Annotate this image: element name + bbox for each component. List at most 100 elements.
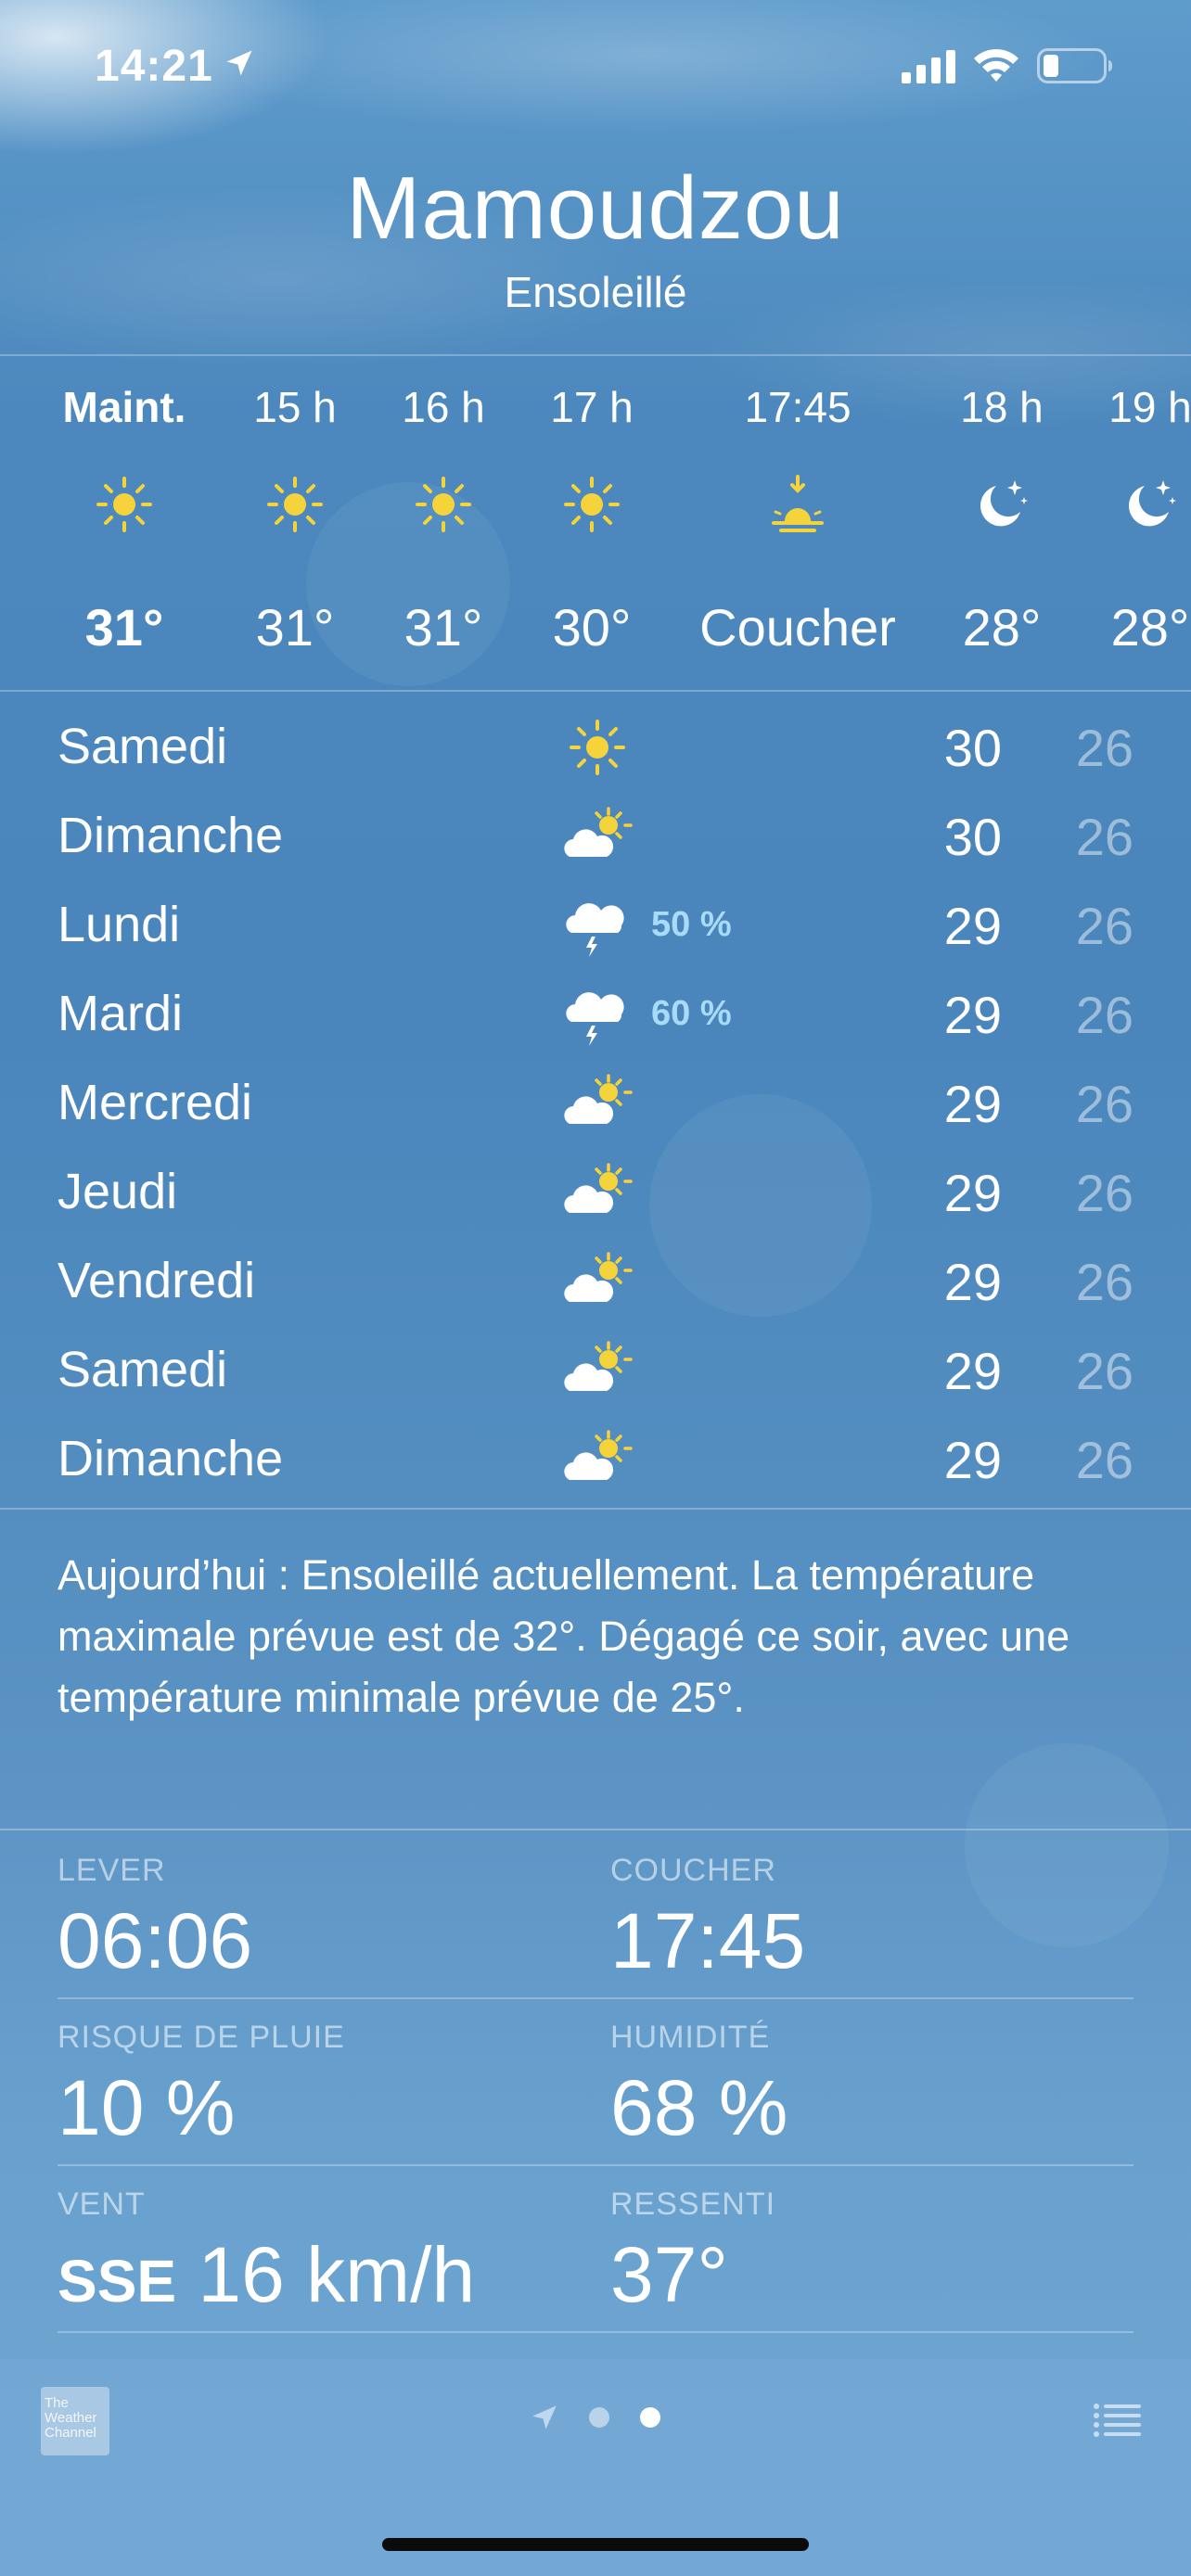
- partly-cloudy-icon: [560, 803, 634, 870]
- wind-speed: 16 km/h: [198, 2231, 476, 2318]
- high-temp: 29: [943, 1431, 1002, 1489]
- hour-label: 19 h: [1108, 383, 1191, 431]
- high-temp: 29: [943, 1342, 1002, 1400]
- detail-sunset: COUCHER 17:45: [610, 1853, 805, 1986]
- hour-temperature: 31°: [84, 598, 164, 657]
- status-time: 14:21: [95, 42, 213, 91]
- detail-value: 17:45: [610, 1897, 806, 1984]
- detail-sunrise: LEVER 06:06: [58, 1853, 252, 1986]
- moon-stars-icon: [980, 480, 1028, 527]
- hourly-forecast[interactable]: Maint. 31° 15 h 31° 16 h 31° 17 h 30° 17…: [0, 360, 1191, 690]
- partly-cloudy-icon: [560, 1337, 634, 1404]
- detail-label: RISQUE DE PLUIE: [58, 2020, 345, 2055]
- high-temp: 30: [943, 719, 1002, 777]
- divider: [0, 354, 1191, 356]
- low-temp: 26: [1075, 1342, 1133, 1400]
- detail-label: HUMIDITÉ: [610, 2020, 771, 2055]
- low-temp: 26: [1075, 986, 1133, 1044]
- hourly-item: 17:45 Coucher: [694, 360, 902, 690]
- day-name: Lundi: [58, 897, 181, 952]
- divider: [58, 2164, 1133, 2166]
- daily-row: Vendredi 29 26: [0, 1237, 1191, 1326]
- daily-row: Samedi 30 26: [0, 703, 1191, 792]
- sun-icon: [560, 714, 634, 781]
- detail-rain-chance: RISQUE DE PLUIE 10 %: [58, 2020, 345, 2153]
- hour-temperature: 28°: [1110, 598, 1190, 657]
- daily-row: Mercredi 29 26: [0, 1059, 1191, 1148]
- high-temp: 29: [943, 1075, 1002, 1133]
- day-name: Dimanche: [58, 808, 284, 863]
- hour-label: Maint.: [62, 383, 186, 431]
- list-icon[interactable]: [1093, 2402, 1141, 2439]
- daily-row: Dimanche 29 26: [0, 1415, 1191, 1504]
- hour-temperature: 30°: [552, 598, 632, 657]
- high-temp: 29: [943, 1253, 1002, 1311]
- status-bar: 14:21: [0, 0, 1191, 130]
- daily-row: Jeudi 29 26: [0, 1148, 1191, 1237]
- location-arrow-icon: [226, 50, 252, 76]
- weather-channel-logo[interactable]: The Weather Channel: [41, 2387, 109, 2455]
- current-condition: Ensoleillé: [504, 268, 687, 316]
- high-temp: 29: [943, 986, 1002, 1044]
- background-bokeh: [965, 1743, 1169, 1947]
- detail-feels-like: RESSENTI 37°: [610, 2187, 775, 2320]
- hour-label: 17:45: [744, 383, 852, 431]
- divider: [0, 1508, 1191, 1510]
- page-dot[interactable]: [589, 2407, 609, 2428]
- day-name: Jeudi: [58, 1164, 178, 1219]
- low-temp: 26: [1075, 1164, 1133, 1222]
- divider: [0, 690, 1191, 692]
- daily-row: Dimanche 30 26: [0, 792, 1191, 881]
- hourly-item: 19 h 28°: [1057, 360, 1191, 690]
- partly-cloudy-icon: [560, 1426, 634, 1493]
- wifi-icon: [974, 49, 1018, 82]
- detail-value: SSE 16 km/h: [58, 2230, 475, 2320]
- detail-value: 37°: [610, 2231, 729, 2318]
- partly-cloudy-icon: [560, 1159, 634, 1226]
- high-temp: 29: [943, 1164, 1002, 1222]
- sun-icon: [416, 477, 471, 532]
- day-name: Mardi: [58, 986, 184, 1041]
- daily-row: Samedi 29 26: [0, 1326, 1191, 1415]
- hourly-item: Maint. 31°: [32, 360, 217, 690]
- daily-row: Mardi 60 % 29 26: [0, 970, 1191, 1059]
- divider: [0, 1829, 1191, 1830]
- sun-icon: [564, 477, 620, 532]
- day-name: Samedi: [58, 719, 228, 774]
- day-name: Samedi: [58, 1342, 228, 1397]
- detail-value: 68 %: [610, 2064, 788, 2151]
- detail-label: RESSENTI: [610, 2187, 776, 2222]
- location-arrow-icon[interactable]: [529, 2402, 560, 2433]
- low-temp: 26: [1075, 1075, 1133, 1133]
- battery-icon: [1037, 48, 1112, 83]
- wind-direction: SSE: [58, 2248, 177, 2315]
- detail-label: VENT: [58, 2187, 146, 2222]
- low-temp: 26: [1075, 1253, 1133, 1311]
- high-temp: 29: [943, 897, 1002, 955]
- detail-value: 10 %: [58, 2064, 236, 2151]
- precip-chance: 50 %: [651, 905, 732, 944]
- low-temp: 26: [1075, 808, 1133, 866]
- divider: [58, 1997, 1133, 1999]
- low-temp: 26: [1075, 1431, 1133, 1489]
- day-name: Dimanche: [58, 1431, 284, 1486]
- low-temp: 26: [1075, 719, 1133, 777]
- hour-label: 17 h: [550, 383, 634, 431]
- thunderstorm-icon: [560, 981, 634, 1048]
- daily-row: Lundi 50 % 29 26: [0, 881, 1191, 970]
- high-temp: 30: [943, 808, 1002, 866]
- page-dot-active[interactable]: [640, 2407, 660, 2428]
- city-name: Mamoudzou: [346, 159, 845, 258]
- partly-cloudy-icon: [560, 1070, 634, 1137]
- sun-icon: [96, 477, 152, 532]
- divider: [58, 2331, 1133, 2333]
- home-indicator[interactable]: [382, 2538, 809, 2551]
- detail-value: 06:06: [58, 1897, 253, 1984]
- detail-humidity: HUMIDITÉ 68 %: [610, 2020, 788, 2153]
- forecast-summary: Aujourd’hui : Ensoleillé actuellement. L…: [58, 1551, 1070, 1721]
- precip-chance: 60 %: [651, 994, 732, 1033]
- day-name: Vendredi: [58, 1253, 256, 1308]
- sun-icon: [267, 477, 323, 532]
- sunset-icon: [772, 475, 824, 532]
- cellular-signal-icon: [902, 50, 955, 83]
